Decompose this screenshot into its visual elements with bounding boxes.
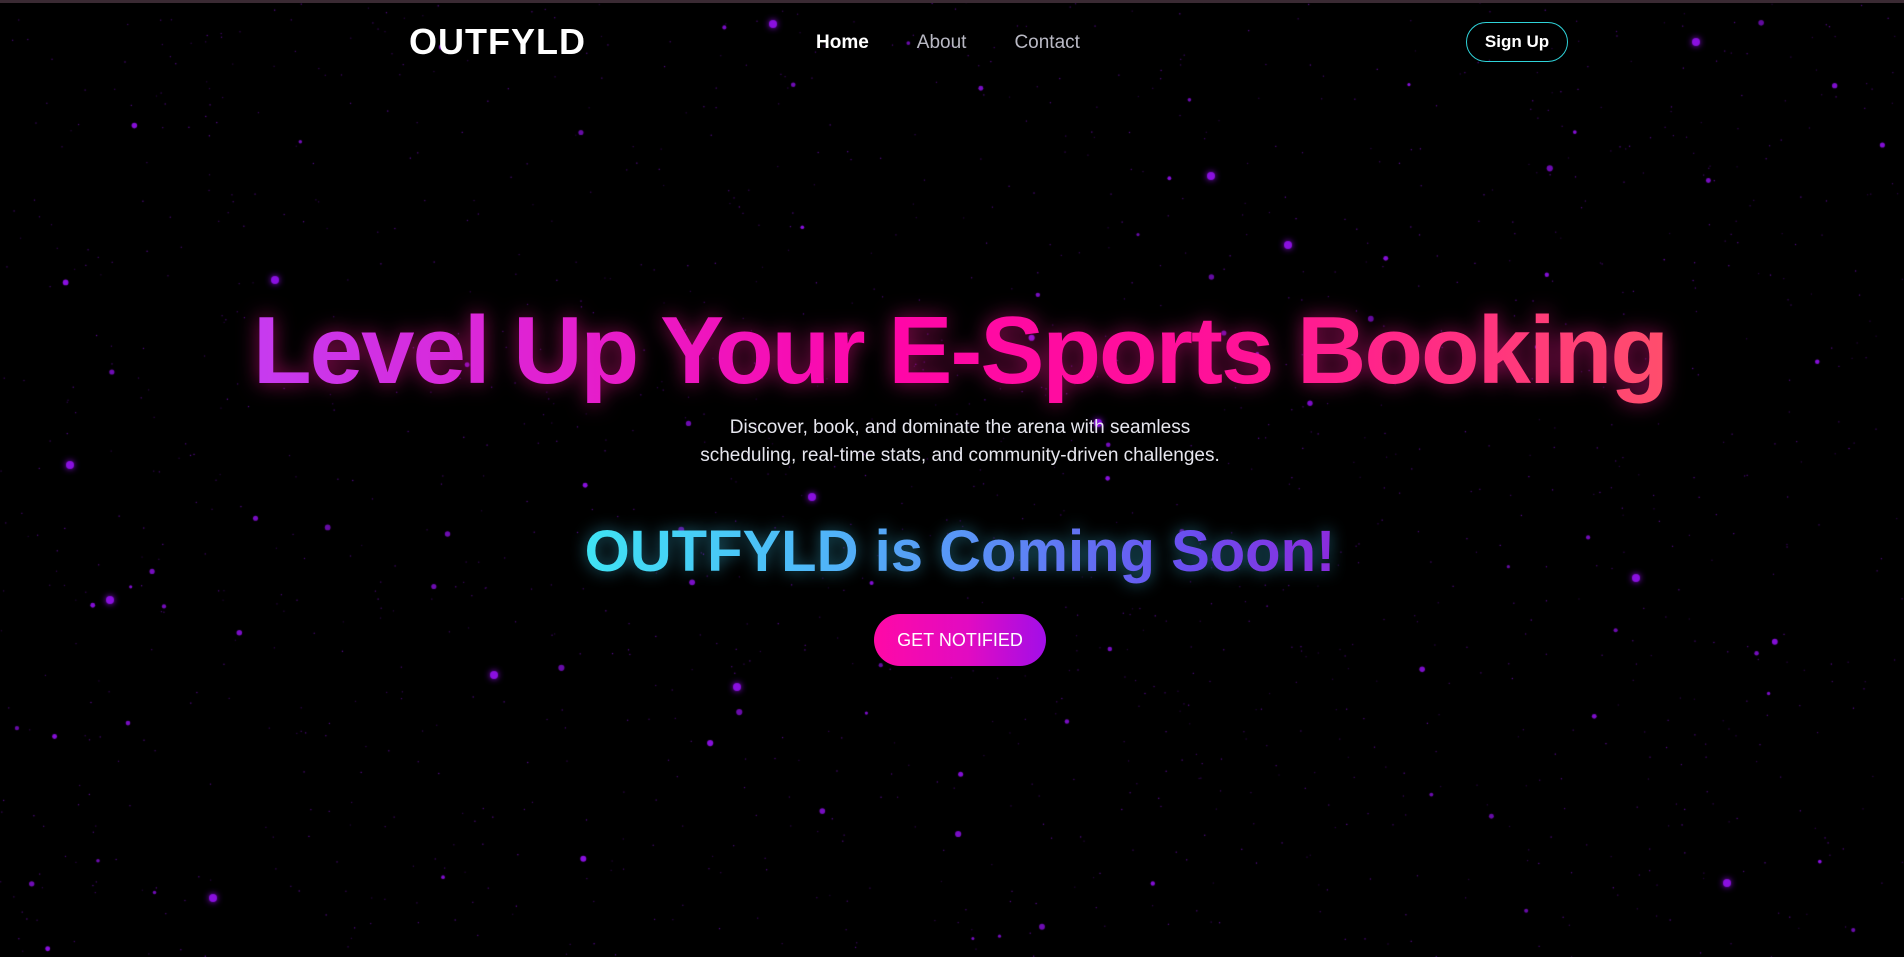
coming-soon-text: OUTFYLD is Coming Soon! [584,519,1336,584]
landing-page: OUTFYLD Home About Contact Sign Up Level… [0,0,1904,957]
hero-title: Level Up Your E-Sports Booking [0,296,1904,406]
hero-title-text: Level Up Your E-Sports Booking [253,297,1669,404]
nav-link-about[interactable]: About [917,31,967,55]
get-notified-button[interactable]: GET NOTIFIED [874,614,1046,666]
sign-up-button[interactable]: Sign Up [1466,22,1568,62]
nav-link-contact[interactable]: Contact [1014,31,1079,55]
top-navbar: OUTFYLD Home About Contact Sign Up [0,0,1904,86]
nav-link-home[interactable]: Home [816,31,869,55]
nav-links: Home About Contact [816,31,1080,55]
site-logo[interactable]: OUTFYLD [409,22,586,62]
coming-soon-heading: OUTFYLD is Coming Soon! [0,518,1904,586]
starfield-background [0,0,1904,957]
hero-subtitle: Discover, book, and dominate the arena w… [700,417,1220,466]
